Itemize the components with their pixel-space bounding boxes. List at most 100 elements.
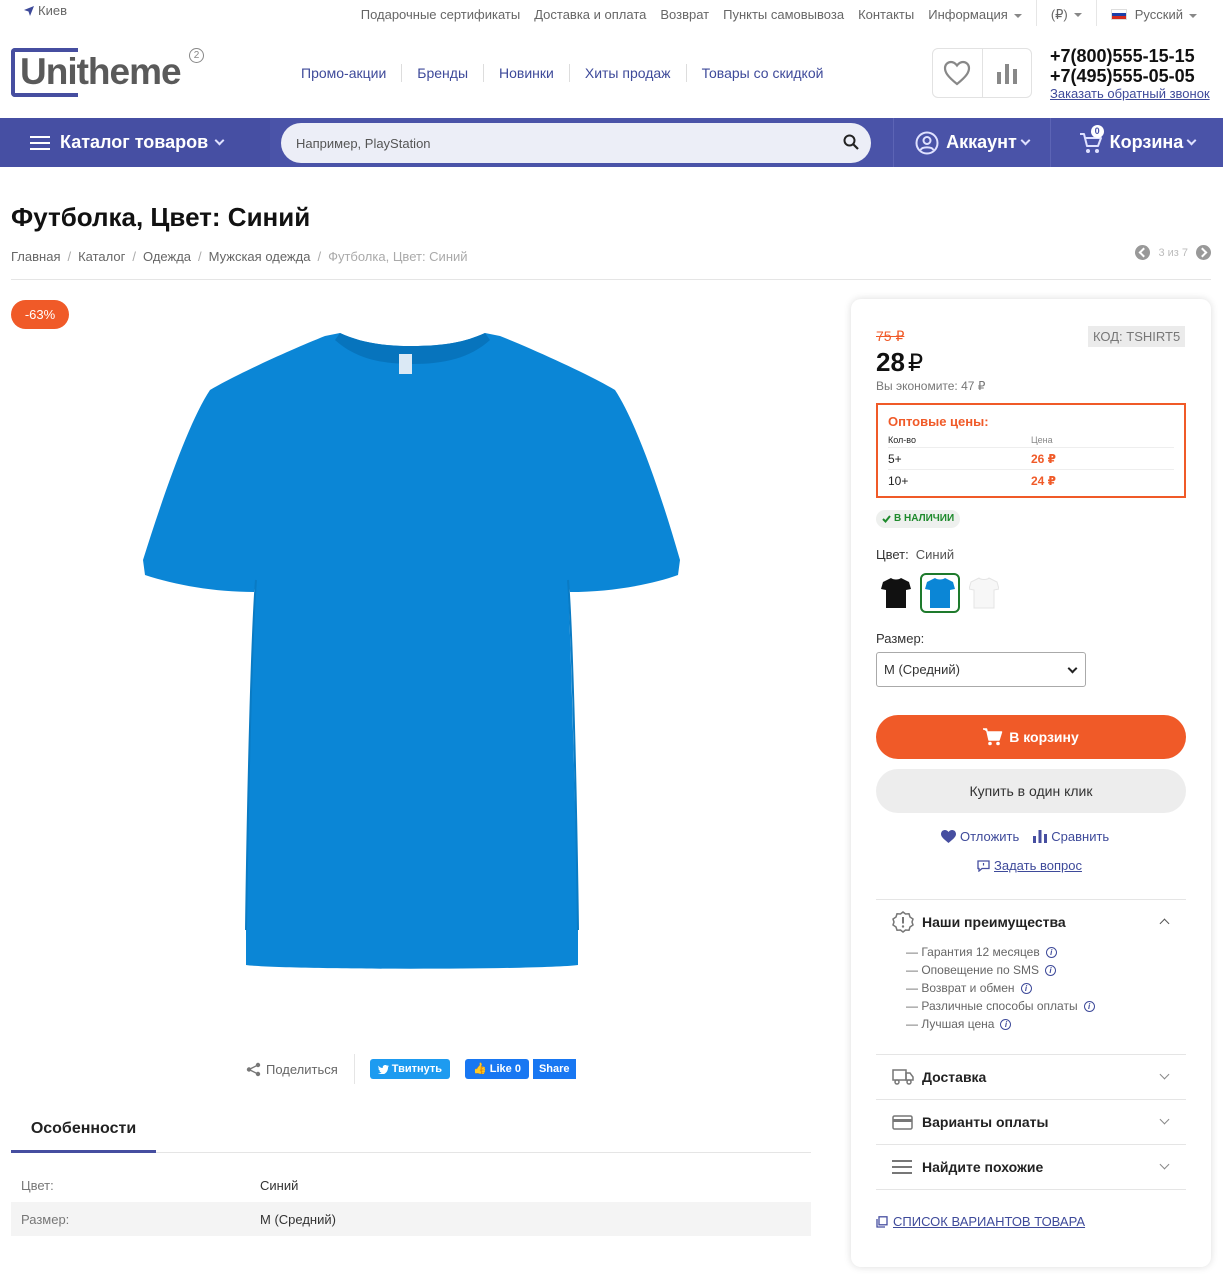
nav-new[interactable]: Новинки bbox=[483, 64, 569, 82]
breadcrumb-mens[interactable]: Мужская одежда bbox=[209, 249, 311, 264]
cart-menu[interactable]: 0 Корзина bbox=[1050, 118, 1223, 167]
buy-one-click-button[interactable]: Купить в один клик bbox=[876, 769, 1186, 813]
ask-question-label: Задать вопрос bbox=[994, 858, 1082, 873]
product-tabs: Особенности bbox=[11, 1108, 811, 1153]
current-price: 28 ₽ bbox=[876, 347, 923, 378]
info-menu[interactable]: Информация bbox=[928, 7, 1022, 22]
compare-link[interactable]: Сравнить bbox=[1033, 829, 1109, 844]
features-table: Цвет: Синий Размер: M (Средний) bbox=[11, 1168, 811, 1236]
truck-icon bbox=[892, 1069, 914, 1085]
heart-icon bbox=[944, 60, 971, 86]
catalog-button[interactable]: Каталог товаров bbox=[0, 118, 270, 167]
nav-brands[interactable]: Бренды bbox=[401, 64, 483, 82]
header-icon-box bbox=[932, 48, 1032, 98]
purchase-panel: 75 ₽ КОД: TSHIRT5 28 ₽ Вы экономите: 47 ₽… bbox=[851, 299, 1211, 1267]
info-icon[interactable]: i bbox=[1000, 1018, 1012, 1030]
link-gift-certificates[interactable]: Подарочные сертификаты bbox=[361, 7, 520, 22]
breadcrumb-catalog[interactable]: Каталог bbox=[78, 249, 125, 264]
link-returns[interactable]: Возврат bbox=[660, 7, 709, 22]
phone-2[interactable]: +7(495)555-05-05 bbox=[1050, 66, 1210, 86]
swatch-blue[interactable] bbox=[920, 573, 960, 613]
phone-1[interactable]: +7(800)555-15-15 bbox=[1050, 46, 1210, 66]
question-bubble-icon bbox=[977, 859, 990, 872]
share-icon bbox=[246, 1062, 261, 1076]
stock-label: В НАЛИЧИИ bbox=[894, 513, 955, 524]
wholesale-price: 24 ₽ bbox=[1031, 473, 1057, 488]
color-value: Синий bbox=[915, 547, 955, 562]
logo-badge: 2 bbox=[189, 48, 204, 63]
list-item: — Оповещение по SMS i bbox=[906, 961, 1186, 979]
search-input[interactable] bbox=[296, 123, 826, 163]
size-label: Размер: bbox=[876, 631, 925, 646]
savings-text: Вы экономите: 47 ₽ bbox=[876, 379, 986, 393]
tshirt-blue-icon bbox=[925, 578, 955, 608]
advantage-text: — Лучшая цена bbox=[906, 1017, 995, 1031]
pager-label: 3 из 7 bbox=[1158, 246, 1188, 259]
advantages-header[interactable]: Наши преимущества bbox=[876, 900, 1186, 944]
info-menu-label: Информация bbox=[928, 7, 1008, 22]
prev-arrow-icon[interactable] bbox=[1135, 245, 1151, 260]
variants-link[interactable]: СПИСОК ВАРИАНТОВ ТОВАРА bbox=[876, 1214, 1085, 1229]
breadcrumb-home[interactable]: Главная bbox=[11, 249, 60, 264]
tshirt-white-icon bbox=[969, 577, 999, 609]
logo[interactable]: Unitheme 2 bbox=[11, 48, 204, 98]
currency-selector[interactable]: (₽) bbox=[1051, 7, 1082, 23]
fb-share-button[interactable]: Share bbox=[532, 1059, 576, 1079]
nav-bestsellers[interactable]: Хиты продаж bbox=[568, 64, 686, 82]
city-selector[interactable]: Киев bbox=[24, 3, 67, 18]
table-row: 5+ 26 ₽ bbox=[888, 447, 1174, 469]
nav-discounted[interactable]: Товары со скидкой bbox=[685, 64, 839, 82]
next-arrow-icon[interactable] bbox=[1196, 245, 1211, 260]
search-bar bbox=[281, 123, 871, 163]
swatch-black[interactable] bbox=[876, 573, 916, 613]
wholesale-prices: Оптовые цены: Кол-во Цена 5+ 26 ₽ 10+ 24… bbox=[876, 403, 1186, 498]
divider bbox=[1035, 0, 1037, 26]
size-selected-value: M (Средний) bbox=[884, 662, 960, 677]
size-select[interactable]: M (Средний) bbox=[876, 652, 1086, 687]
search-icon[interactable] bbox=[843, 134, 859, 150]
swatch-white[interactable] bbox=[964, 573, 1004, 613]
payment-title: Варианты оплаты bbox=[922, 1114, 1049, 1130]
link-pickup-points[interactable]: Пункты самовывоза bbox=[723, 7, 844, 22]
tweet-button[interactable]: Твитнуть bbox=[369, 1059, 451, 1079]
info-icon[interactable]: i bbox=[1045, 964, 1057, 976]
wishlist-button[interactable] bbox=[933, 49, 982, 97]
color-label: Цвет: Синий bbox=[876, 547, 954, 562]
table-row: Размер: M (Средний) bbox=[11, 1202, 811, 1236]
product-image[interactable] bbox=[140, 330, 685, 970]
add-to-cart-button[interactable]: В корзину bbox=[876, 715, 1186, 759]
chevron-down-icon bbox=[1067, 663, 1078, 674]
breadcrumb-clothing[interactable]: Одежда bbox=[143, 249, 191, 264]
qty-header: Кол-во bbox=[888, 435, 916, 445]
callback-link[interactable]: Заказать обратный звонок bbox=[1050, 86, 1210, 101]
compare-button[interactable] bbox=[981, 49, 1032, 97]
wholesale-title: Оптовые цены: bbox=[888, 414, 989, 429]
delivery-header[interactable]: Доставка bbox=[876, 1055, 1186, 1099]
table-row: Цвет: Синий bbox=[11, 1168, 811, 1202]
chevron-down-icon bbox=[214, 135, 225, 145]
chevron-down-icon bbox=[1159, 1069, 1170, 1080]
bar-chart-icon bbox=[996, 64, 1017, 84]
info-icon[interactable]: i bbox=[1045, 946, 1057, 958]
link-delivery-payment[interactable]: Доставка и оплата bbox=[534, 7, 646, 22]
price-header: Цена bbox=[1031, 435, 1053, 445]
ask-question-link[interactable]: Задать вопрос bbox=[977, 858, 1082, 873]
fb-like-label: Like 0 bbox=[489, 1063, 521, 1075]
twitter-bird-icon bbox=[377, 1064, 389, 1074]
variants-label: СПИСОК ВАРИАНТОВ ТОВАРА bbox=[893, 1214, 1086, 1229]
account-menu[interactable]: Аккаунт bbox=[893, 118, 1050, 167]
nav-promo[interactable]: Промо-акции bbox=[286, 64, 401, 82]
link-contacts[interactable]: Контакты bbox=[858, 7, 914, 22]
tab-features[interactable]: Особенности bbox=[11, 1108, 156, 1153]
info-icon[interactable]: i bbox=[1020, 982, 1032, 994]
delivery-title: Доставка bbox=[922, 1069, 987, 1085]
chevron-down-icon bbox=[1186, 135, 1197, 145]
payment-header[interactable]: Варианты оплаты bbox=[876, 1100, 1186, 1144]
wishlist-link[interactable]: Отложить bbox=[941, 829, 1019, 844]
location-arrow-icon bbox=[24, 5, 34, 16]
similar-header[interactable]: Найдите похожие bbox=[876, 1145, 1186, 1189]
fb-like-button[interactable]: 👍 Like 0 bbox=[465, 1059, 529, 1079]
info-icon[interactable]: i bbox=[1083, 1000, 1095, 1012]
language-selector[interactable]: Русский bbox=[1110, 7, 1197, 22]
russia-flag-icon bbox=[1110, 9, 1127, 20]
